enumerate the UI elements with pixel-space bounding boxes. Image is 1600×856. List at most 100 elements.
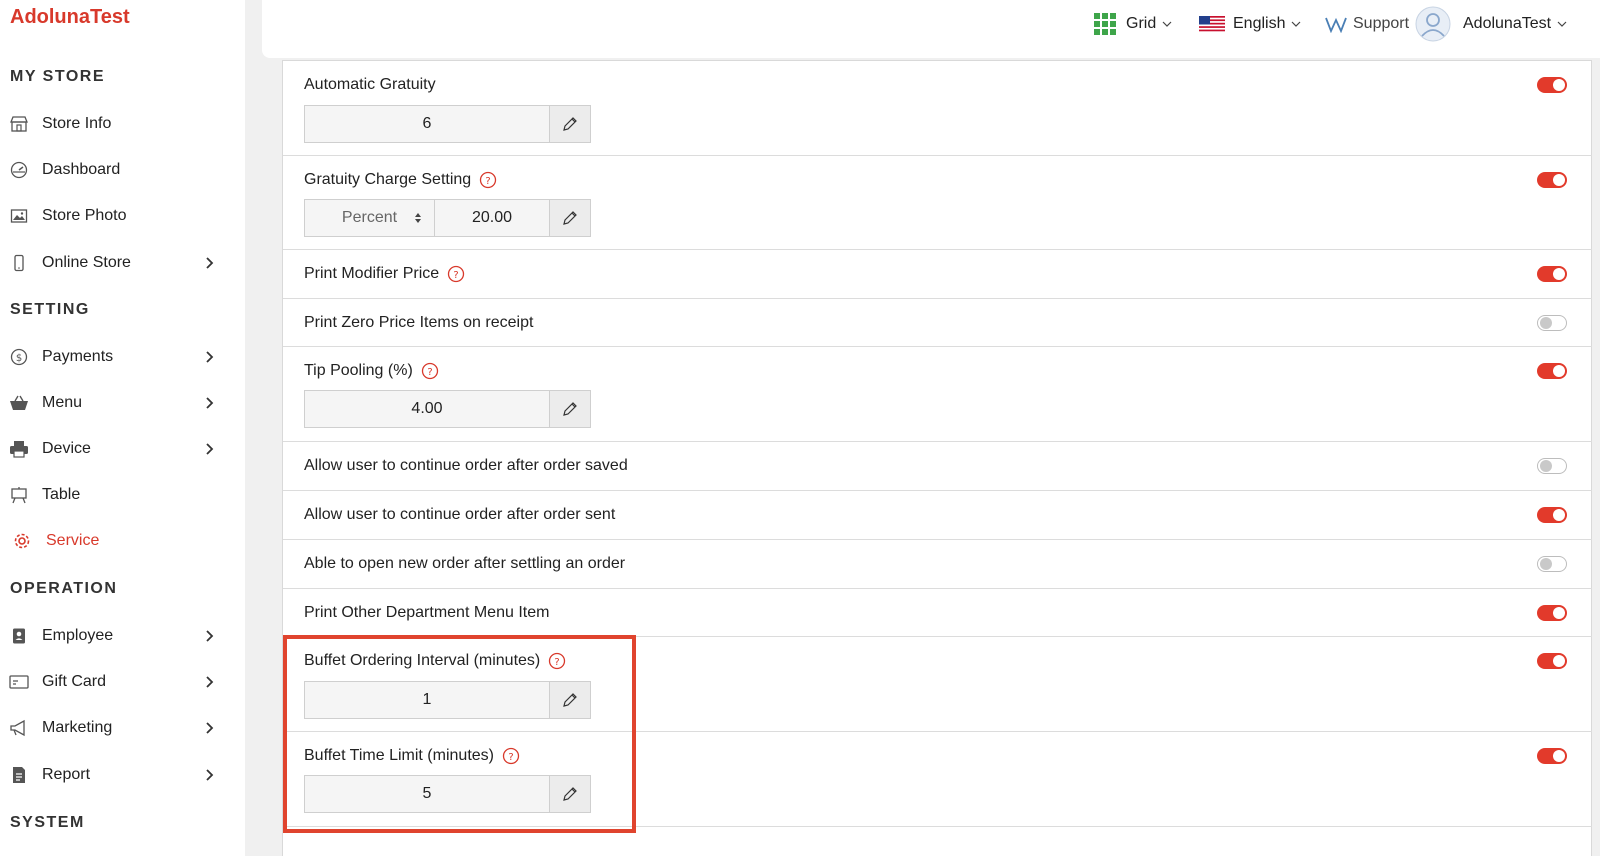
toggle-knob xyxy=(1553,365,1565,377)
sidebar-item-device[interactable]: Device xyxy=(0,431,225,467)
setting-title: Print Zero Price Items on receipt xyxy=(304,314,533,332)
grid-label: Grid xyxy=(1126,15,1157,32)
sidebar-item-store-photo[interactable]: Store Photo xyxy=(0,198,225,234)
setting-row-buffet-ordering-interval: Buffet Ordering Interval (minutes) ? 1 xyxy=(283,637,1592,732)
chevron-right-icon xyxy=(206,676,214,688)
sort-arrows-icon xyxy=(415,213,421,223)
sidebar-item-online-store[interactable]: Online Store xyxy=(0,245,225,281)
setting-row-open-new-order: Able to open new order after settling an… xyxy=(283,540,1592,589)
pencil-icon[interactable] xyxy=(550,391,590,427)
gratuity-type-select[interactable]: Percent xyxy=(305,200,435,236)
toggle-knob xyxy=(1553,655,1565,667)
sidebar-item-report[interactable]: Report xyxy=(0,757,225,793)
open-new-order-toggle[interactable] xyxy=(1537,556,1567,572)
setting-title: Print Other Department Menu Item xyxy=(304,604,549,622)
setting-row-print-modifier-price: Print Modifier Price ? xyxy=(283,250,1592,299)
sidebar-item-employee[interactable]: Employee xyxy=(0,618,225,654)
print-modifier-price-toggle[interactable] xyxy=(1537,266,1567,282)
grid-icon xyxy=(1094,13,1116,35)
svg-text:?: ? xyxy=(454,270,459,281)
svg-text:?: ? xyxy=(486,176,491,187)
toggle-knob xyxy=(1553,174,1565,186)
setting-title-text: Allow user to continue order after order… xyxy=(304,506,616,523)
gear-icon xyxy=(12,531,32,551)
sidebar-item-store-info[interactable]: Store Info xyxy=(0,106,225,142)
svg-text:$: $ xyxy=(16,353,22,364)
phone-icon xyxy=(9,253,29,273)
printer-icon xyxy=(9,439,29,459)
help-icon[interactable]: ? xyxy=(447,265,465,283)
avatar-icon xyxy=(1415,6,1451,42)
tip-pooling-input-group: 4.00 xyxy=(304,390,591,428)
chevron-down-icon xyxy=(1162,21,1172,27)
setting-title: Tip Pooling (%) ? xyxy=(304,362,439,380)
image-icon xyxy=(9,206,29,226)
toggle-knob xyxy=(1553,509,1565,521)
setting-title: Gratuity Charge Setting ? xyxy=(304,171,497,189)
svg-text:?: ? xyxy=(555,657,560,668)
tip-pooling-toggle[interactable] xyxy=(1537,363,1567,379)
buffet-time-limit-value[interactable]: 5 xyxy=(305,776,550,812)
sidebar-item-label: Device xyxy=(42,440,91,457)
help-icon[interactable]: ? xyxy=(421,362,439,380)
sidebar-item-marketing[interactable]: Marketing xyxy=(0,710,225,746)
automatic-gratuity-value[interactable]: 6 xyxy=(305,106,550,142)
setting-title-text: Buffet Ordering Interval (minutes) xyxy=(304,652,541,669)
pencil-icon[interactable] xyxy=(550,200,590,236)
setting-title: Allow user to continue order after order… xyxy=(304,506,615,524)
sidebar-item-gift-card[interactable]: Gift Card xyxy=(0,664,225,700)
chevron-down-icon xyxy=(1557,21,1567,27)
language-selector[interactable]: English xyxy=(1199,0,1301,48)
setting-title: Able to open new order after settling an… xyxy=(304,555,625,573)
setting-title-text: Allow user to continue order after order… xyxy=(304,457,628,474)
support-link[interactable]: Support xyxy=(1325,0,1409,48)
pencil-icon[interactable] xyxy=(550,106,590,142)
toggle-knob xyxy=(1553,750,1565,762)
setting-title-text: Print Modifier Price xyxy=(304,265,440,282)
print-zero-price-toggle[interactable] xyxy=(1537,315,1567,331)
continue-after-sent-toggle[interactable] xyxy=(1537,507,1567,523)
buffet-ordering-interval-toggle[interactable] xyxy=(1537,653,1567,669)
sidebar-item-payments[interactable]: $ Payments xyxy=(0,339,225,375)
user-menu[interactable]: AdolunaTest xyxy=(1415,0,1567,48)
buffet-ordering-interval-value[interactable]: 1 xyxy=(305,682,550,718)
user-label: AdolunaTest xyxy=(1463,15,1552,32)
support-label: Support xyxy=(1353,15,1410,32)
sidebar-item-service[interactable]: Service xyxy=(0,523,225,559)
tip-pooling-value[interactable]: 4.00 xyxy=(305,391,550,427)
sidebar-item-menu[interactable]: Menu xyxy=(0,385,225,421)
chevron-right-icon xyxy=(206,769,214,781)
sidebar-item-label: Gift Card xyxy=(42,673,107,690)
setting-title: Buffet Ordering Interval (minutes) ? xyxy=(304,652,566,670)
continue-after-saved-toggle[interactable] xyxy=(1537,458,1567,474)
sidebar-item-label: Payments xyxy=(42,348,114,365)
toggle-knob xyxy=(1553,268,1565,280)
buffet-time-limit-toggle[interactable] xyxy=(1537,748,1567,764)
gratuity-charge-input-group: Percent 20.00 xyxy=(304,199,591,237)
gratuity-charge-toggle[interactable] xyxy=(1537,172,1567,188)
brand-logo[interactable]: AdolunaTest xyxy=(10,6,130,29)
settings-card: Automatic Gratuity 6 Gratuity Charge Set… xyxy=(282,60,1592,856)
automatic-gratuity-toggle[interactable] xyxy=(1537,77,1567,93)
setting-title-text: Tip Pooling (%) xyxy=(304,362,413,379)
sidebar-item-table[interactable]: Table xyxy=(0,477,225,513)
grid-switcher[interactable]: Grid xyxy=(1094,0,1172,48)
sidebar-item-dashboard[interactable]: Dashboard xyxy=(0,152,225,188)
chevron-down-icon xyxy=(1292,21,1301,27)
pencil-icon[interactable] xyxy=(550,682,590,718)
print-other-department-toggle[interactable] xyxy=(1537,605,1567,621)
pencil-icon[interactable] xyxy=(550,776,590,812)
setting-title: Allow user to continue order after order… xyxy=(304,457,628,475)
sidebar-item-label: Online Store xyxy=(42,254,131,271)
language-label: English xyxy=(1233,15,1286,32)
toggle-knob xyxy=(1540,558,1552,570)
setting-title-text: Automatic Gratuity xyxy=(304,76,436,93)
gratuity-charge-value[interactable]: 20.00 xyxy=(435,200,550,236)
sidebar-item-label: Table xyxy=(42,486,81,503)
help-icon[interactable]: ? xyxy=(479,171,497,189)
chevron-right-icon xyxy=(206,351,214,363)
sidebar-item-label: Menu xyxy=(42,394,83,411)
toggle-knob xyxy=(1553,79,1565,91)
help-icon[interactable]: ? xyxy=(548,652,566,670)
help-icon[interactable]: ? xyxy=(502,747,520,765)
